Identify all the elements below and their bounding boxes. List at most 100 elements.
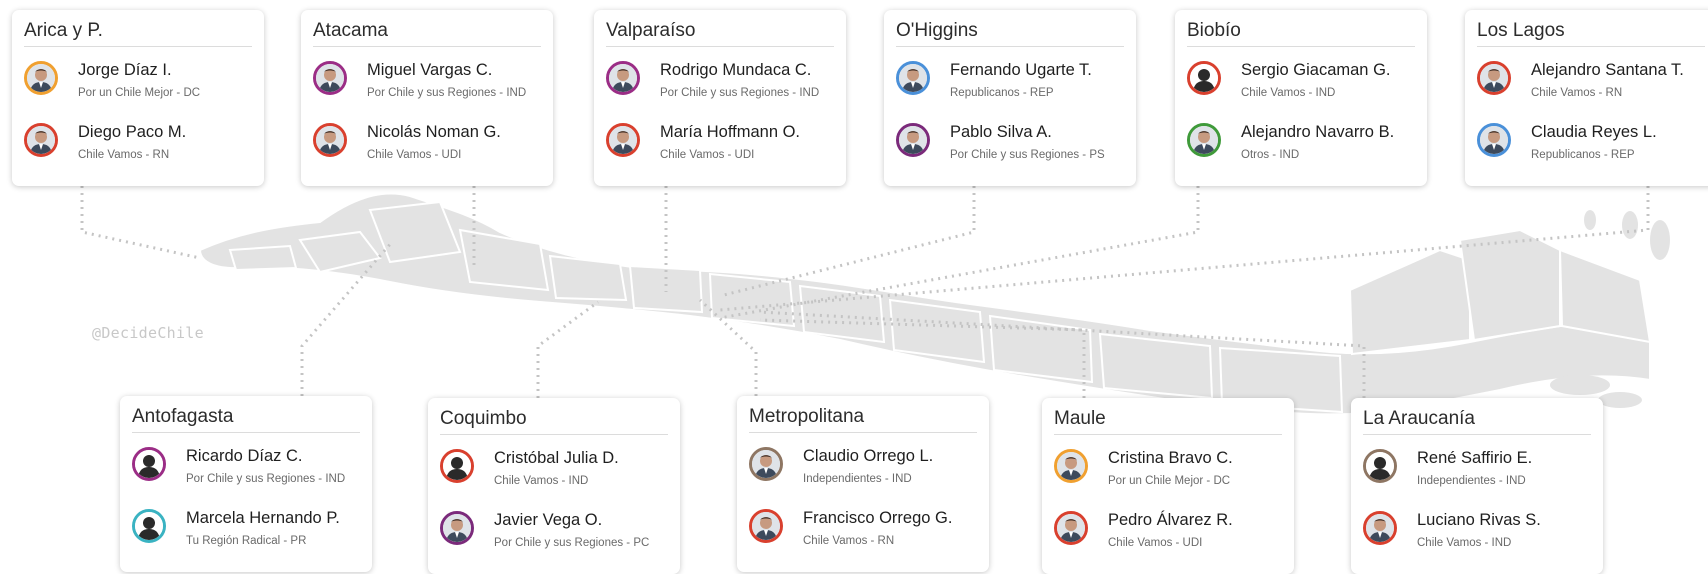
candidate-name: Francisco Orrego G. [803,509,953,527]
candidate-name: Javier Vega O. [494,511,603,529]
candidate-row: Fernando Ugarte T. Republicanos - REP [884,47,1136,109]
candidate-name: Alejandro Santana T. [1531,61,1684,79]
candidate-row: Alejandro Santana T. Chile Vamos - RN [1465,47,1708,109]
candidate-party: Chile Vamos - IND [494,475,589,487]
candidate-party: Por Chile y sus Regiones - IND [367,87,527,99]
region-card-arica: Arica y P. Jorge Díaz I. Por un Chile Mejo… [12,10,264,186]
candidate-avatar [1477,123,1511,157]
candidate-name: Fernando Ugarte T. [950,61,1092,79]
candidate-name: Jorge Díaz I. [78,61,172,79]
candidate-party: Chile Vamos - UDI [1108,537,1203,549]
candidate-name: Diego Paco M. [78,123,187,141]
region-card-antofagasta: Antofagasta Ricardo Díaz C. Por Chile y su… [120,396,372,572]
person-silhouette-icon [440,449,474,483]
candidate-party: Por un Chile Mejor - DC [1108,475,1231,487]
candidate-avatar [896,123,930,157]
region-title: Antofagasta [132,396,360,433]
region-title: Atacama [313,10,541,47]
candidate-party: Chile Vamos - UDI [660,149,755,161]
region-card-ohiggins: O'Higgins Fernando Ugarte T. Republicanos … [884,10,1136,186]
candidate-row: Claudia Reyes L. Republicanos - REP [1465,109,1708,171]
candidate-avatar [24,123,58,157]
candidate-row: Alejandro Navarro B. Otros - IND [1175,109,1427,171]
candidate-party: Chile Vamos - UDI [367,149,462,161]
candidate-name: Luciano Rivas S. [1417,511,1541,529]
candidate-name: Ricardo Díaz C. [186,447,303,465]
region-title: Los Lagos [1477,10,1705,47]
region-card-maule: Maule Cristina Bravo C. Por un Chile Mejor… [1042,398,1294,574]
candidate-party: Otros - IND [1241,149,1300,161]
candidate-party: Por Chile y sus Regiones - IND [186,473,346,485]
candidate-avatar [1054,449,1088,483]
candidate-party: Republicanos - REP [1531,149,1635,161]
candidate-party: Independientes - IND [1417,475,1526,487]
region-title: Arica y P. [24,10,252,47]
candidate-avatar [606,123,640,157]
candidate-row: María Hoffmann O. Chile Vamos - UDI [594,109,846,171]
candidate-avatar [313,61,347,95]
candidate-row: Marcela Hernando P. Tu Región Radical - P… [120,495,372,557]
candidate-row: Diego Paco M. Chile Vamos - RN [12,109,264,171]
candidate-name: Miguel Vargas C. [367,61,493,79]
candidate-name: Claudio Orrego L. [803,447,934,465]
candidate-party: Chile Vamos - IND [1241,87,1336,99]
region-card-metropolitana: Metropolitana Claudio Orrego L. Independie… [737,396,989,572]
candidate-avatar [896,61,930,95]
candidate-avatar [440,511,474,545]
candidate-avatar [1477,61,1511,95]
candidate-party: Por Chile y sus Regiones - PC [494,537,650,549]
candidate-row: Rodrigo Mundaca C. Por Chile y sus Region… [594,47,846,109]
region-title: Maule [1054,398,1282,435]
candidate-avatar [749,447,783,481]
candidate-name: Pedro Álvarez R. [1108,511,1233,529]
candidate-avatar [606,61,640,95]
candidate-row: Francisco Orrego G. Chile Vamos - RN [737,495,989,557]
candidate-row: Luciano Rivas S. Chile Vamos - IND [1351,497,1603,559]
candidate-avatar [1363,511,1397,545]
region-title: O'Higgins [896,10,1124,47]
region-card-araucania: La Araucanía René Saffirio E. Independient… [1351,398,1603,574]
region-card-atacama: Atacama Miguel Vargas C. Por Chile y sus R… [301,10,553,186]
candidate-party: Por Chile y sus Regiones - PS [950,149,1105,161]
candidate-name: Nicolás Noman G. [367,123,501,141]
candidate-name: Sergio Giacaman G. [1241,61,1391,79]
map-landmass [198,192,1652,416]
region-title: Valparaíso [606,10,834,47]
candidate-avatar [24,61,58,95]
region-title: Coquimbo [440,398,668,435]
candidate-party: Independientes - IND [803,473,912,485]
candidate-row: René Saffirio E. Independientes - IND [1351,435,1603,497]
candidate-row: Claudio Orrego L. Independientes - IND [737,433,989,495]
candidate-row: Nicolás Noman G. Chile Vamos - UDI [301,109,553,171]
region-card-loslagos: Los Lagos Alejandro Santana T. Chile Vamos… [1465,10,1708,186]
candidate-row: Cristóbal Julia D. Chile Vamos - IND [428,435,680,497]
candidate-name: Cristóbal Julia D. [494,449,619,467]
candidate-avatar [1054,511,1088,545]
candidate-name: María Hoffmann O. [660,123,801,141]
candidate-party: Por Chile y sus Regiones - IND [660,87,820,99]
candidate-name: Alejandro Navarro B. [1241,123,1395,141]
candidate-party: Chile Vamos - IND [1417,537,1512,549]
candidate-party: Por un Chile Mejor - DC [78,87,201,99]
candidate-row: Javier Vega O. Por Chile y sus Regiones -… [428,497,680,559]
candidate-row: Cristina Bravo C. Por un Chile Mejor - DC [1042,435,1294,497]
candidate-name: Claudia Reyes L. [1531,123,1657,141]
candidate-name: Cristina Bravo C. [1108,449,1233,467]
candidate-avatar [1187,123,1221,157]
candidate-row: Sergio Giacaman G. Chile Vamos - IND [1175,47,1427,109]
region-title: La Araucanía [1363,398,1591,435]
person-silhouette-icon [1187,61,1221,95]
candidate-row: Ricardo Díaz C. Por Chile y sus Regiones … [120,433,372,495]
candidate-party: Chile Vamos - RN [803,535,895,547]
person-silhouette-icon [132,509,166,543]
candidate-name: René Saffirio E. [1417,449,1533,467]
candidate-avatar [313,123,347,157]
candidate-party: Chile Vamos - RN [1531,87,1623,99]
region-card-coquimbo: Coquimbo Cristóbal Julia D. Chile Vamos - … [428,398,680,574]
candidate-row: Jorge Díaz I. Por un Chile Mejor - DC [12,47,264,109]
candidate-name: Rodrigo Mundaca C. [660,61,812,79]
candidate-name: Pablo Silva A. [950,123,1052,141]
region-card-valparaiso: Valparaíso Rodrigo Mundaca C. Por Chile y … [594,10,846,186]
candidate-row: Pedro Álvarez R. Chile Vamos - UDI [1042,497,1294,559]
candidate-party: Tu Región Radical - PR [186,535,307,547]
